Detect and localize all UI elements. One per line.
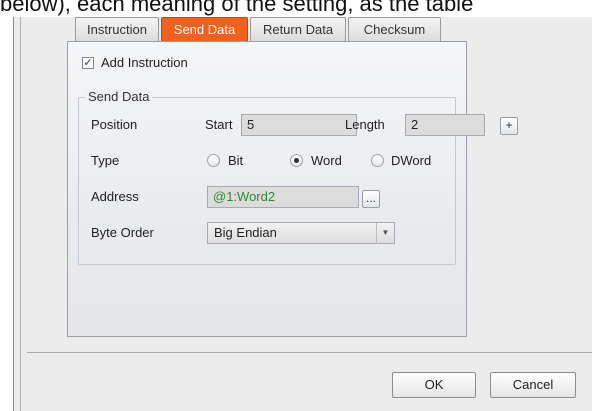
document-caption-text: below), each meaning of the setting, as … [0, 0, 474, 16]
byte-order-label: Byte Order [91, 225, 154, 240]
plus-icon: + [505, 118, 513, 132]
add-position-button[interactable]: + [500, 117, 518, 135]
ok-button[interactable]: OK [392, 372, 476, 398]
radio-word-label: Word [311, 153, 342, 168]
type-label: Type [91, 153, 120, 168]
radio-dword-label: DWord [391, 153, 432, 168]
dialog-content-panel: Instruction Send Data Return Data Checks… [27, 17, 592, 353]
radio-bit[interactable] [207, 154, 220, 167]
byte-order-select[interactable]: Big Endian ▼ [207, 222, 395, 244]
tab-send-data[interactable]: Send Data [161, 17, 248, 41]
tab-instruction[interactable]: Instruction [75, 17, 159, 41]
check-icon: ✓ [83, 57, 93, 69]
radio-dword[interactable] [371, 154, 384, 167]
send-data-group-title: Send Data [85, 89, 153, 105]
send-data-group: Send Data Position Start 5 Length 2 + Ty… [78, 89, 518, 265]
address-input[interactable]: @1:Word2 [207, 186, 359, 208]
address-label: Address [91, 189, 139, 204]
dialog-border-line [20, 17, 21, 411]
address-browse-button[interactable]: ... [362, 190, 380, 208]
position-label: Position [91, 117, 138, 132]
send-data-tab-panel: ✓ Add Instruction Send Data Position Sta… [67, 41, 518, 337]
cancel-button[interactable]: Cancel [490, 372, 576, 398]
tab-return-data[interactable]: Return Data [250, 17, 346, 41]
tab-checksum[interactable]: Checksum [348, 17, 441, 41]
add-instruction-label: Add Instruction [101, 55, 188, 70]
start-label: Start [205, 117, 233, 132]
radio-selected-dot-icon [294, 158, 299, 163]
radio-bit-label: Bit [228, 153, 244, 168]
radio-word[interactable] [290, 154, 303, 167]
start-input[interactable]: 5 [241, 114, 357, 136]
chevron-down-icon: ▼ [376, 223, 394, 243]
length-label: Length [345, 117, 385, 132]
ellipsis-icon: ... [365, 191, 376, 205]
length-input[interactable]: 2 [405, 114, 485, 136]
dialog-window: Instruction Send Data Return Data Checks… [13, 17, 592, 411]
add-instruction-checkbox[interactable]: ✓ [82, 57, 94, 69]
byte-order-value: Big Endian [214, 225, 277, 240]
